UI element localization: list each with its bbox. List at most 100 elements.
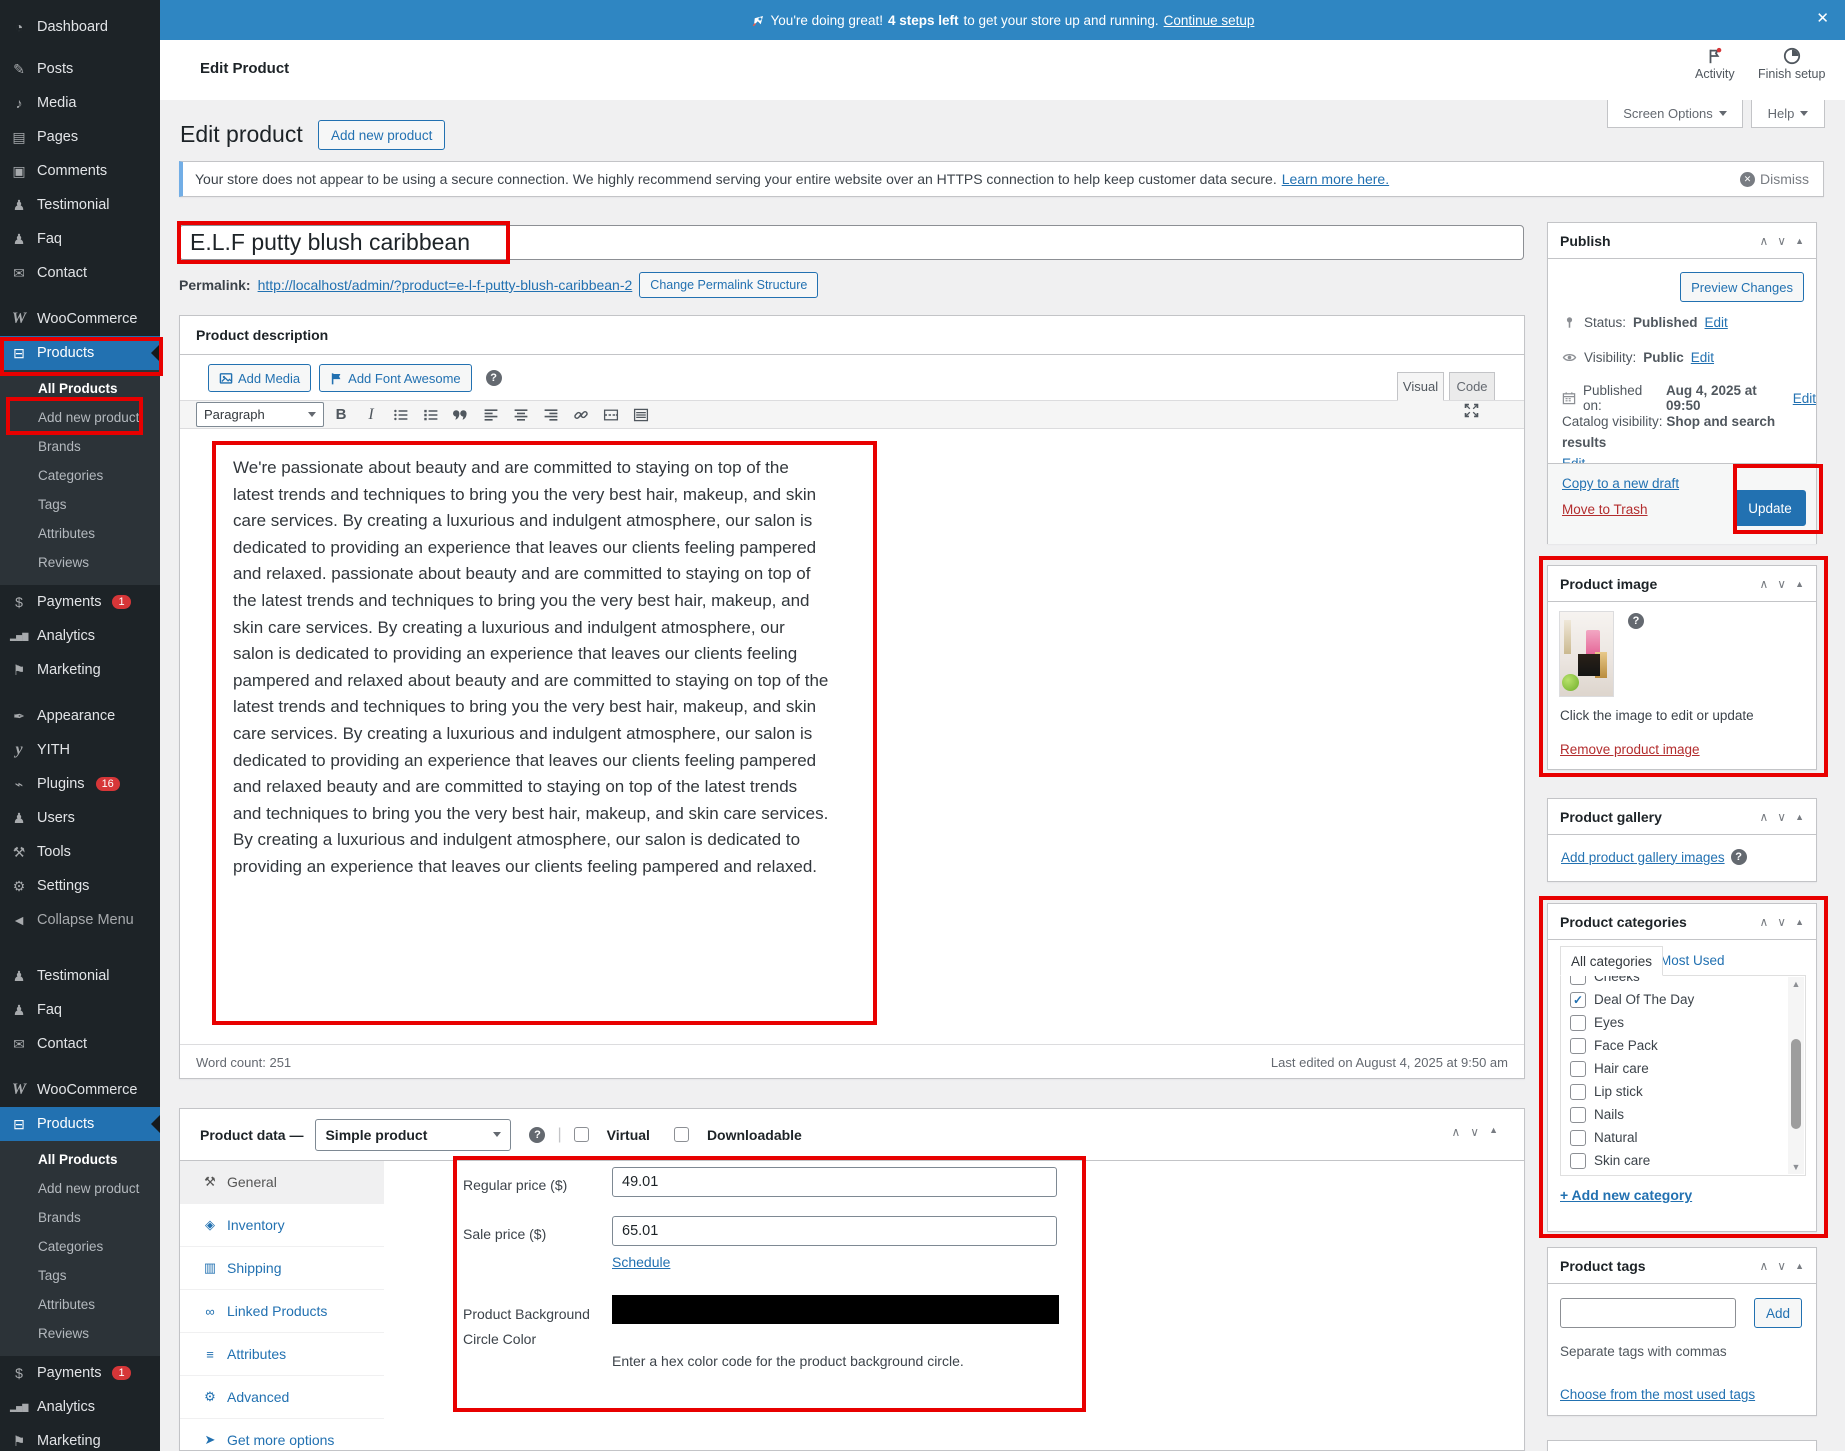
dismiss-button[interactable]: ✕ Dismiss <box>1740 171 1809 187</box>
sidebar-item-products[interactable]: ⊟Products <box>0 1107 160 1141</box>
italic-button[interactable]: I <box>358 403 384 427</box>
sidebar-item-contact[interactable]: ✉Contact <box>0 1027 160 1061</box>
move-down-icon[interactable]: ∨ <box>1470 1125 1479 1139</box>
sidebar-item-categories[interactable]: Categories <box>0 1232 160 1261</box>
move-up-icon[interactable]: ∧ <box>1759 1259 1768 1273</box>
sidebar-item-all-products[interactable]: All Products <box>0 1145 160 1174</box>
numbered-list-icon[interactable] <box>418 403 444 427</box>
link-icon[interactable] <box>568 403 594 427</box>
screen-options-tab[interactable]: Screen Options <box>1607 100 1743 128</box>
scroll-down-icon[interactable]: ▼ <box>1788 1160 1804 1174</box>
sidebar-item-contact[interactable]: ✉Contact <box>0 256 160 290</box>
toggle-panel-icon[interactable]: ▲ <box>1795 812 1804 822</box>
move-down-icon[interactable]: ∨ <box>1777 1259 1786 1273</box>
edit-published-link[interactable]: Edit <box>1793 391 1816 406</box>
add-gallery-images-link[interactable]: Add product gallery images <box>1561 850 1725 865</box>
sidebar-item-yith[interactable]: yYITH <box>0 733 160 767</box>
categories-scrollbar[interactable]: ▲ ▼ <box>1788 977 1804 1174</box>
sidebar-item-all-products[interactable]: All Products <box>0 374 160 403</box>
sidebar-item-categories[interactable]: Categories <box>0 461 160 490</box>
align-right-icon[interactable] <box>538 403 564 427</box>
product-data-tab-general[interactable]: ⚒General <box>180 1161 384 1204</box>
product-data-tab-advanced[interactable]: ⚙Advanced <box>180 1376 384 1419</box>
finish-setup-button[interactable]: Finish setup <box>1758 47 1825 81</box>
product-data-tab-linked-products[interactable]: ∞Linked Products <box>180 1290 384 1333</box>
sidebar-item-marketing[interactable]: ⚑Marketing <box>0 653 160 687</box>
edit-visibility-link[interactable]: Edit <box>1691 350 1714 365</box>
bg-circle-color-input[interactable] <box>612 1295 1059 1324</box>
toolbar-toggle-icon[interactable] <box>628 403 654 427</box>
sidebar-item-analytics[interactable]: ▂▅▇Analytics <box>0 1390 160 1424</box>
sidebar-item-attributes[interactable]: Attributes <box>0 1290 160 1319</box>
category-checkbox[interactable] <box>1570 1107 1586 1123</box>
sidebar-item-marketing[interactable]: ⚑Marketing <box>0 1424 160 1451</box>
sidebar-item-products[interactable]: ⊟Products <box>0 336 160 370</box>
remove-product-image-link[interactable]: Remove product image <box>1560 742 1700 757</box>
sidebar-item-pages[interactable]: ▤Pages <box>0 120 160 154</box>
learn-more-link[interactable]: Learn more here. <box>1282 171 1389 187</box>
activity-button[interactable]: Activity <box>1695 47 1735 81</box>
sidebar-item-woocommerce[interactable]: WWooCommerce <box>0 1073 160 1107</box>
bullet-list-icon[interactable] <box>388 403 414 427</box>
sale-price-input[interactable] <box>612 1216 1057 1246</box>
toggle-panel-icon[interactable]: ▲ <box>1795 579 1804 589</box>
sidebar-item-tags[interactable]: Tags <box>0 490 160 519</box>
sidebar-item-comments[interactable]: ▣Comments <box>0 154 160 188</box>
add-new-category-link[interactable]: + Add new category <box>1560 1187 1692 1203</box>
change-permalink-button[interactable]: Change Permalink Structure <box>639 272 818 298</box>
sidebar-item-faq[interactable]: ♟Faq <box>0 993 160 1027</box>
schedule-link[interactable]: Schedule <box>612 1254 670 1270</box>
move-down-icon[interactable]: ∨ <box>1777 810 1786 824</box>
help-tab[interactable]: Help <box>1751 100 1825 128</box>
sidebar-item-payments[interactable]: $Payments1 <box>0 585 160 619</box>
move-up-icon[interactable]: ∧ <box>1759 915 1768 929</box>
category-checkbox[interactable] <box>1570 1084 1586 1100</box>
sidebar-item-faq[interactable]: ♟Faq <box>0 222 160 256</box>
move-to-trash-link[interactable]: Move to Trash <box>1562 502 1648 517</box>
move-up-icon[interactable]: ∧ <box>1759 234 1768 248</box>
category-checkbox[interactable] <box>1570 1130 1586 1146</box>
tab-most-used[interactable]: Most Used <box>1660 953 1725 968</box>
paragraph-format-select[interactable]: Paragraph <box>196 402 324 427</box>
sidebar-item-brands[interactable]: Brands <box>0 1203 160 1232</box>
preview-changes-button[interactable]: Preview Changes <box>1680 272 1804 302</box>
sidebar-item-brands[interactable]: Brands <box>0 432 160 461</box>
blockquote-icon[interactable] <box>448 403 474 427</box>
move-down-icon[interactable]: ∨ <box>1777 234 1786 248</box>
toggle-panel-icon[interactable]: ▲ <box>1795 1261 1804 1271</box>
sidebar-item-testimonial[interactable]: ♟Testimonial <box>0 959 160 993</box>
sidebar-item-add-new-product[interactable]: Add new product <box>0 403 160 432</box>
sidebar-item-analytics[interactable]: ▂▅▇Analytics <box>0 619 160 653</box>
product-data-tab-get-more-options[interactable]: ➤Get more options <box>180 1419 384 1451</box>
edit-status-link[interactable]: Edit <box>1705 315 1728 330</box>
category-checkbox[interactable] <box>1570 1038 1586 1054</box>
fullscreen-icon[interactable] <box>1463 402 1480 424</box>
sidebar-item-media[interactable]: ♪Media <box>0 86 160 120</box>
sidebar-item-plugins[interactable]: ⌁Plugins16 <box>0 767 160 801</box>
editor-content-area[interactable]: We're passionate about beauty and are co… <box>180 429 1524 1044</box>
move-up-icon[interactable]: ∧ <box>1759 577 1768 591</box>
continue-setup-link[interactable]: Continue setup <box>1164 13 1255 28</box>
product-type-select[interactable]: Simple product <box>315 1119 511 1151</box>
sidebar-item-posts[interactable]: ✎Posts <box>0 52 160 86</box>
sidebar-item-tools[interactable]: ⚒Tools <box>0 835 160 869</box>
sidebar-item-users[interactable]: ♟Users <box>0 801 160 835</box>
add-tag-button[interactable]: Add <box>1754 1298 1802 1328</box>
sidebar-item-add-new-product[interactable]: Add new product <box>0 1174 160 1203</box>
update-button[interactable]: Update <box>1734 490 1806 526</box>
product-title-input[interactable] <box>179 225 1524 260</box>
tab-code[interactable]: Code <box>1449 372 1495 401</box>
toggle-panel-icon[interactable]: ▲ <box>1795 917 1804 927</box>
tab-all-categories[interactable]: All categories <box>1560 946 1663 976</box>
add-new-product-button[interactable]: Add new product <box>318 120 445 150</box>
move-down-icon[interactable]: ∨ <box>1777 915 1786 929</box>
sidebar-item-payments[interactable]: $Payments1 <box>0 1356 160 1390</box>
copy-to-draft-link[interactable]: Copy to a new draft <box>1562 476 1679 491</box>
category-checkbox[interactable] <box>1570 1015 1586 1031</box>
sidebar-item-dashboard[interactable]: ◔Dashboard <box>0 10 160 44</box>
sidebar-item-testimonial[interactable]: ♟Testimonial <box>0 188 160 222</box>
align-center-icon[interactable] <box>508 403 534 427</box>
toggle-panel-icon[interactable]: ▲ <box>1489 1125 1498 1139</box>
bold-button[interactable]: B <box>328 403 354 427</box>
sidebar-item-appearance[interactable]: ✒Appearance <box>0 699 160 733</box>
